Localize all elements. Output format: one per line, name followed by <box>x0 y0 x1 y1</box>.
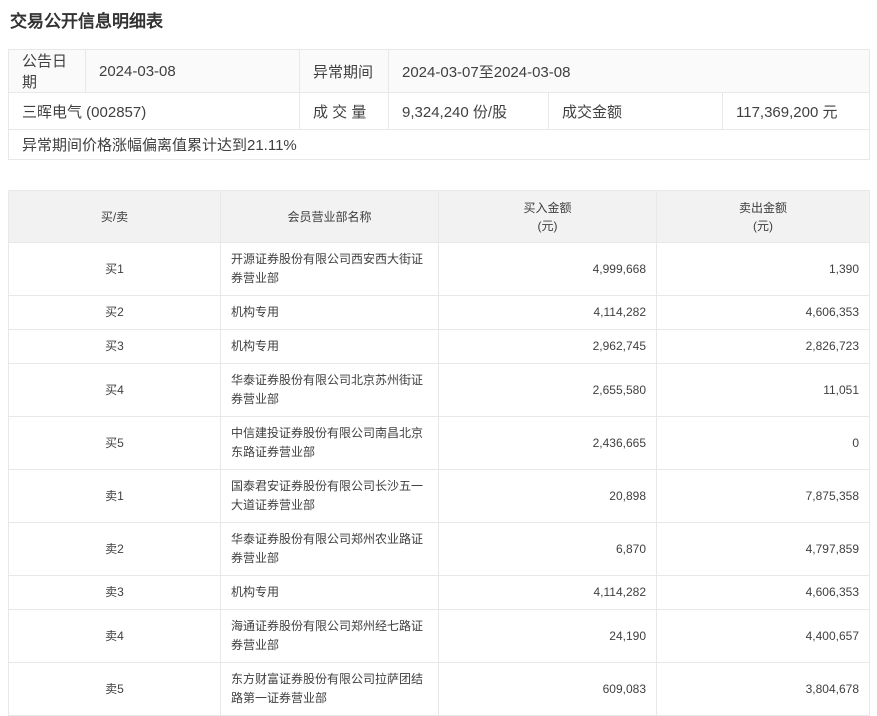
col-header-buy-amount-title: 买入金额 <box>523 200 572 215</box>
table-row: 卖1 国泰君安证券股份有限公司长沙五一大道证券营业部 20,898 7,875,… <box>8 469 870 523</box>
rank-cell: 买1 <box>8 242 221 296</box>
broker-name-cell: 中信建投证券股份有限公司南昌北京东路证券营业部 <box>220 416 439 470</box>
deviation-note: 异常期间价格涨幅偏离值累计达到21.11% <box>8 129 870 160</box>
buy-amount-cell: 2,655,580 <box>438 363 657 417</box>
summary-row-stock: 三晖电气 (002857) 成 交 量 9,324,240 份/股 成交金额 1… <box>8 92 870 130</box>
sell-amount-cell: 2,826,723 <box>656 329 870 364</box>
col-header-broker-name: 会员营业部名称 <box>220 190 439 243</box>
volume-label: 成 交 量 <box>299 92 389 130</box>
table-row: 卖3 机构专用 4,114,282 4,606,353 <box>8 575 870 610</box>
sell-amount-cell: 1,390 <box>656 242 870 296</box>
buy-amount-cell: 24,190 <box>438 609 657 663</box>
rank-cell: 卖3 <box>8 575 221 610</box>
broker-name-cell: 开源证券股份有限公司西安西大街证券营业部 <box>220 242 439 296</box>
table-row: 卖5 东方财富证券股份有限公司拉萨团结路第一证券营业部 609,083 3,80… <box>8 662 870 716</box>
summary-row-dates: 公告日期 2024-03-08 异常期间 2024-03-07至2024-03-… <box>8 49 870 93</box>
detail-table: 买/卖 会员营业部名称 买入金额 (元) 卖出金额 (元) 买1 开源证券股份有… <box>8 190 870 716</box>
rank-cell: 卖2 <box>8 522 221 576</box>
buy-amount-cell: 4,999,668 <box>438 242 657 296</box>
buy-amount-cell: 6,870 <box>438 522 657 576</box>
buy-amount-cell: 4,114,282 <box>438 575 657 610</box>
sell-amount-cell: 4,606,353 <box>656 575 870 610</box>
rank-cell: 卖4 <box>8 609 221 663</box>
col-header-buy-amount-unit: (元) <box>537 218 558 233</box>
buy-amount-cell: 4,114,282 <box>438 295 657 330</box>
sell-amount-cell: 4,606,353 <box>656 295 870 330</box>
col-header-sell-amount: 卖出金额 (元) <box>656 190 870 243</box>
sell-amount-cell: 3,804,678 <box>656 662 870 716</box>
page-title: 交易公开信息明细表 <box>10 12 163 31</box>
detail-header-row: 买/卖 会员营业部名称 买入金额 (元) 卖出金额 (元) <box>8 190 870 243</box>
volume-value: 9,324,240 份/股 <box>388 92 549 130</box>
table-row: 买3 机构专用 2,962,745 2,826,723 <box>8 329 870 364</box>
buy-amount-cell: 2,962,745 <box>438 329 657 364</box>
summary-table: 公告日期 2024-03-08 异常期间 2024-03-07至2024-03-… <box>8 49 870 160</box>
abnormal-period-value: 2024-03-07至2024-03-08 <box>388 49 870 93</box>
buy-amount-cell: 20,898 <box>438 469 657 523</box>
broker-name-cell: 机构专用 <box>220 329 439 364</box>
col-header-buy-sell: 买/卖 <box>8 190 221 243</box>
table-row: 买4 华泰证券股份有限公司北京苏州街证券营业部 2,655,580 11,051 <box>8 363 870 417</box>
summary-row-note: 异常期间价格涨幅偏离值累计达到21.11% <box>8 129 870 160</box>
sell-amount-cell: 0 <box>656 416 870 470</box>
table-row: 卖2 华泰证券股份有限公司郑州农业路证券营业部 6,870 4,797,859 <box>8 522 870 576</box>
table-row: 买1 开源证券股份有限公司西安西大街证券营业部 4,999,668 1,390 <box>8 242 870 296</box>
broker-name-cell: 机构专用 <box>220 575 439 610</box>
rank-cell: 买5 <box>8 416 221 470</box>
buy-amount-cell: 609,083 <box>438 662 657 716</box>
turnover-value: 117,369,200 元 <box>722 92 870 130</box>
rank-cell: 买3 <box>8 329 221 364</box>
announce-date-label: 公告日期 <box>8 49 86 93</box>
turnover-label: 成交金额 <box>548 92 723 130</box>
stock-name: 三晖电气 (002857) <box>8 92 300 130</box>
broker-name-cell: 华泰证券股份有限公司北京苏州街证券营业部 <box>220 363 439 417</box>
broker-name-cell: 华泰证券股份有限公司郑州农业路证券营业部 <box>220 522 439 576</box>
col-header-sell-amount-unit: (元) <box>753 218 773 233</box>
broker-name-cell: 东方财富证券股份有限公司拉萨团结路第一证券营业部 <box>220 662 439 716</box>
rank-cell: 卖1 <box>8 469 221 523</box>
rank-cell: 卖5 <box>8 662 221 716</box>
broker-name-cell: 国泰君安证券股份有限公司长沙五一大道证券营业部 <box>220 469 439 523</box>
rank-cell: 买4 <box>8 363 221 417</box>
broker-name-cell: 海通证券股份有限公司郑州经七路证券营业部 <box>220 609 439 663</box>
col-header-buy-amount: 买入金额 (元) <box>438 190 657 243</box>
sell-amount-cell: 4,797,859 <box>656 522 870 576</box>
sell-amount-cell: 4,400,657 <box>656 609 870 663</box>
announce-date-value: 2024-03-08 <box>85 49 300 93</box>
rank-cell: 买2 <box>8 295 221 330</box>
abnormal-period-label: 异常期间 <box>299 49 389 93</box>
broker-name-cell: 机构专用 <box>220 295 439 330</box>
sell-amount-cell: 7,875,358 <box>656 469 870 523</box>
table-row: 卖4 海通证券股份有限公司郑州经七路证券营业部 24,190 4,400,657 <box>8 609 870 663</box>
table-row: 买2 机构专用 4,114,282 4,606,353 <box>8 295 870 330</box>
buy-amount-cell: 2,436,665 <box>438 416 657 470</box>
sell-amount-cell: 11,051 <box>656 363 870 417</box>
table-row: 买5 中信建投证券股份有限公司南昌北京东路证券营业部 2,436,665 0 <box>8 416 870 470</box>
col-header-sell-amount-title: 卖出金额 <box>738 200 787 215</box>
